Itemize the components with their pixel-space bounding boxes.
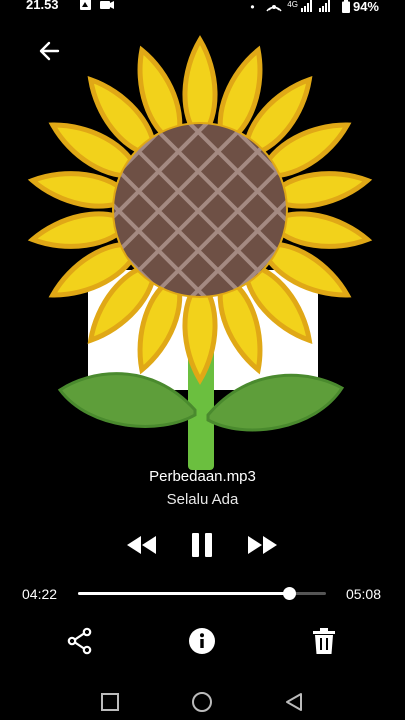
current-time: 04:22 <box>22 586 58 602</box>
battery-level: 94% <box>352 0 379 14</box>
seek-progress <box>78 592 289 595</box>
track-artist: Selalu Ada <box>166 491 239 508</box>
share-button[interactable] <box>63 624 97 658</box>
delete-button[interactable] <box>307 624 341 658</box>
back-button[interactable] <box>36 38 62 64</box>
back-nav-button[interactable] <box>282 690 306 714</box>
hotspot-icon <box>266 5 282 12</box>
info-button[interactable] <box>185 624 219 658</box>
fast-forward-icon <box>248 536 277 554</box>
total-time: 05:08 <box>345 586 381 602</box>
battery-icon <box>341 0 350 13</box>
notification-icon <box>80 0 114 10</box>
rewind-icon <box>127 536 156 554</box>
recent-apps-button[interactable] <box>98 690 122 714</box>
trash-icon <box>313 628 335 654</box>
fast-forward-button[interactable] <box>245 528 281 562</box>
status-right: • 4G 94% <box>250 0 379 14</box>
share-icon <box>67 627 92 655</box>
status-bar: 21.53 • 4G 94% <box>0 0 405 14</box>
pause-button[interactable] <box>185 528 219 562</box>
info-icon <box>189 628 215 654</box>
status-time: 21.53 <box>26 0 59 12</box>
triangle-back-icon <box>286 693 302 711</box>
rewind-button[interactable] <box>123 528 159 562</box>
pause-icon <box>192 533 212 557</box>
playback-controls <box>0 528 405 562</box>
signal-icon <box>301 0 331 12</box>
track-title: Perbedaan.mp3 <box>149 468 256 485</box>
arrow-left-icon <box>39 41 60 61</box>
square-icon <box>101 693 119 711</box>
notification-icons <box>80 0 120 14</box>
seek-bar[interactable] <box>78 587 326 600</box>
dot-icon: • <box>250 0 255 14</box>
home-button[interactable] <box>190 690 214 714</box>
network-label: 4G <box>287 0 298 9</box>
sunflower-icon <box>27 35 373 470</box>
seed-center <box>114 124 286 296</box>
system-nav-bar <box>0 684 405 720</box>
circle-icon <box>192 692 212 712</box>
seek-thumb[interactable] <box>282 587 296 600</box>
